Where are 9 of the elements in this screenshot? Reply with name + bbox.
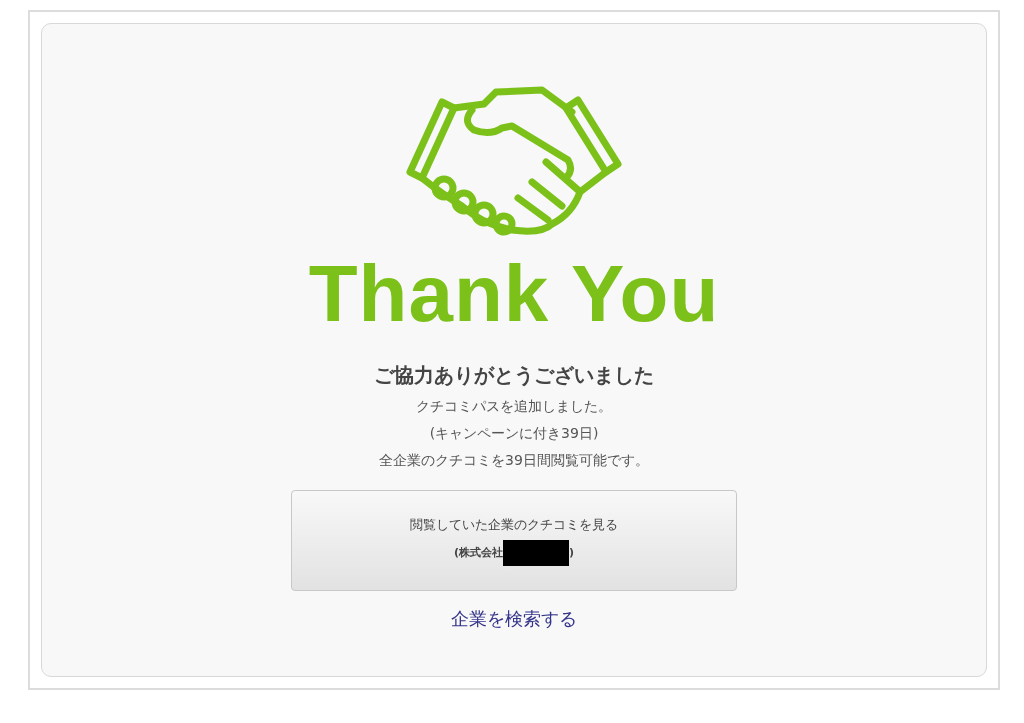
- thank-you-title: Thank You: [308, 254, 720, 334]
- company-name-text: ): [569, 546, 575, 559]
- search-companies-link[interactable]: 企業を検索する: [451, 607, 577, 631]
- view-reviews-button[interactable]: 閲覧していた企業のクチコミを見る (株式会社 ): [291, 490, 737, 591]
- company-name-text: (株式会社: [453, 545, 503, 560]
- message-text: 全企業のクチコミを39日間閲覧可能です。: [379, 452, 649, 470]
- message-text: クチコミパスを追加しました。: [416, 398, 612, 416]
- message-text: (キャンペーンに付き39日): [429, 425, 599, 443]
- message-heading: ご協力ありがとうございました: [374, 362, 654, 389]
